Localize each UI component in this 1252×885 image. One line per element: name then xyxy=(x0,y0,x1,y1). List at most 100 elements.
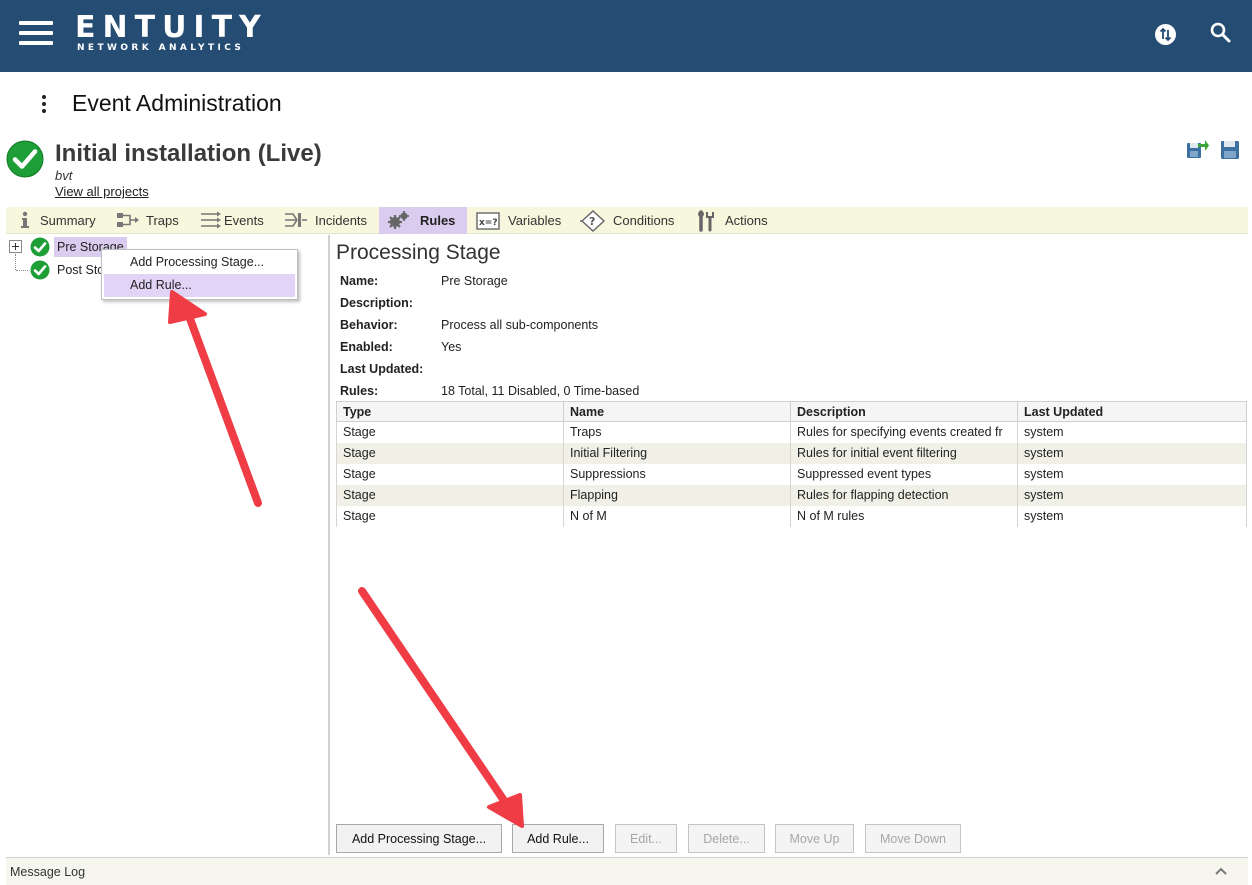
delete-button[interactable]: Delete... xyxy=(688,824,765,853)
stages-table: Type Name Description Last Updated Stage… xyxy=(336,401,1247,527)
tab-summary[interactable]: Summary xyxy=(11,207,111,234)
project-user: bvt xyxy=(55,168,73,183)
svg-text:x=?: x=? xyxy=(479,218,498,228)
property-value: Yes xyxy=(441,340,462,354)
add-processing-stage-button[interactable]: Add Processing Stage... xyxy=(336,824,502,853)
message-log-bar[interactable]: Message Log xyxy=(6,857,1248,885)
tab-actions[interactable]: Actions xyxy=(694,207,774,234)
tab-label: Traps xyxy=(146,213,179,228)
add-rule-button[interactable]: Add Rule... xyxy=(512,824,604,853)
property-key: Last Updated: xyxy=(340,362,424,376)
tab-label: Incidents xyxy=(315,213,368,228)
property-value: 18 Total, 11 Disabled, 0 Time-based xyxy=(441,384,640,398)
table-cell: Stage xyxy=(336,463,564,485)
table-row[interactable]: Stage Suppressions Suppressed event type… xyxy=(336,463,1247,485)
chevron-up-icon[interactable] xyxy=(1212,864,1230,878)
tree-expand-toggle[interactable] xyxy=(9,240,22,253)
table-cell: system xyxy=(1017,463,1247,485)
table-row[interactable]: Stage Initial Filtering Rules for initia… xyxy=(336,442,1247,464)
table-cell: N of M xyxy=(563,505,791,527)
table-cell: Stage xyxy=(336,421,564,443)
tab-bar: Summary Traps Events Incidents Rules x=?… xyxy=(6,207,1248,234)
property-key: Description: xyxy=(340,296,413,310)
save-icon[interactable] xyxy=(1220,140,1240,160)
section-title: Processing Stage xyxy=(336,241,501,264)
search-icon[interactable] xyxy=(1209,21,1233,45)
table-cell: system xyxy=(1017,442,1247,464)
tab-variables[interactable]: x=? Variables xyxy=(472,207,572,234)
tree-connector xyxy=(15,254,16,270)
move-up-button[interactable]: Move Up xyxy=(775,824,854,853)
table-header-row: Type Name Description Last Updated xyxy=(336,401,1247,422)
table-cell: Rules for specifying events created fr xyxy=(790,421,1018,443)
property-value: Process all sub-components xyxy=(441,318,599,332)
tree-connector xyxy=(16,270,28,271)
table-cell: system xyxy=(1017,484,1247,506)
table-row[interactable]: Stage Traps Rules for specifying events … xyxy=(336,421,1247,443)
enabled-check-icon xyxy=(30,260,50,280)
column-header-name[interactable]: Name xyxy=(563,401,791,422)
table-cell: Traps xyxy=(563,421,791,443)
property-value: Pre Storage xyxy=(441,274,508,288)
tab-label: Variables xyxy=(508,213,562,228)
variables-icon: x=? xyxy=(476,212,500,230)
menu-item-add-rule[interactable]: Add Rule... xyxy=(104,274,295,297)
logo-wordmark: ENTUITY xyxy=(75,10,268,45)
tab-rules[interactable]: Rules xyxy=(379,207,467,234)
move-down-button[interactable]: Move Down xyxy=(865,824,961,853)
property-key: Behavior: xyxy=(340,318,398,332)
info-icon xyxy=(21,211,29,228)
hamburger-menu-icon[interactable] xyxy=(19,21,53,45)
table-cell: Initial Filtering xyxy=(563,442,791,464)
tree-pane: Pre Storage Post Sto xyxy=(6,235,330,855)
table-row[interactable]: Stage Flapping Rules for flapping detect… xyxy=(336,484,1247,506)
table-cell: Stage xyxy=(336,505,564,527)
edit-button[interactable]: Edit... xyxy=(615,824,677,853)
top-bar: ENTUITY NETWORK ANALYTICS xyxy=(0,0,1252,72)
table-cell: N of M rules xyxy=(790,505,1018,527)
view-all-projects-link[interactable]: View all projects xyxy=(55,184,149,199)
table-row[interactable]: Stage N of M N of M rules system xyxy=(336,505,1247,527)
export-icon[interactable] xyxy=(1186,138,1210,160)
tab-conditions[interactable]: ? Conditions xyxy=(578,207,688,234)
table-cell: Flapping xyxy=(563,484,791,506)
message-log-label: Message Log xyxy=(10,865,86,879)
kebab-menu-icon[interactable] xyxy=(36,93,52,115)
table-cell: system xyxy=(1017,421,1247,443)
logo-tagline: NETWORK ANALYTICS xyxy=(77,43,245,53)
tab-incidents[interactable]: Incidents xyxy=(282,207,377,234)
tab-events[interactable]: Events xyxy=(198,207,276,234)
project-status-check-icon xyxy=(6,140,44,178)
table-cell: Rules for initial event filtering xyxy=(790,442,1018,464)
menu-item-add-processing-stage[interactable]: Add Processing Stage... xyxy=(104,251,295,274)
gears-icon xyxy=(388,211,409,229)
tools-icon xyxy=(698,210,714,232)
tab-traps[interactable]: Traps xyxy=(114,207,196,234)
table-cell: Suppressions xyxy=(563,463,791,485)
page-title: Event Administration xyxy=(72,90,282,116)
svg-text:?: ? xyxy=(589,215,595,228)
traps-icon xyxy=(117,213,139,227)
tab-label: Conditions xyxy=(613,213,675,228)
context-menu: Add Processing Stage... Add Rule... xyxy=(101,249,298,300)
property-key: Rules: xyxy=(340,384,379,398)
conditions-icon: ? xyxy=(580,210,606,232)
tab-label: Events xyxy=(224,213,264,228)
column-header-last-updated[interactable]: Last Updated xyxy=(1017,401,1247,422)
table-cell: Suppressed event types xyxy=(790,463,1018,485)
table-cell: Stage xyxy=(336,484,564,506)
details-pane: Processing Stage Name: Pre Storage Descr… xyxy=(332,235,1250,855)
property-key: Name: xyxy=(340,274,379,288)
table-cell: Rules for flapping detection xyxy=(790,484,1018,506)
swap-arrows-icon[interactable] xyxy=(1155,24,1176,45)
project-title: Initial installation (Live) xyxy=(55,140,322,167)
table-cell: Stage xyxy=(336,442,564,464)
tab-label: Summary xyxy=(40,213,96,228)
tab-label: Actions xyxy=(725,213,768,228)
table-cell: system xyxy=(1017,505,1247,527)
column-header-type[interactable]: Type xyxy=(336,401,564,422)
tree-node-label: Post Sto xyxy=(57,263,105,277)
enabled-check-icon xyxy=(30,237,50,257)
column-header-description[interactable]: Description xyxy=(790,401,1018,422)
tab-label: Rules xyxy=(420,213,456,228)
